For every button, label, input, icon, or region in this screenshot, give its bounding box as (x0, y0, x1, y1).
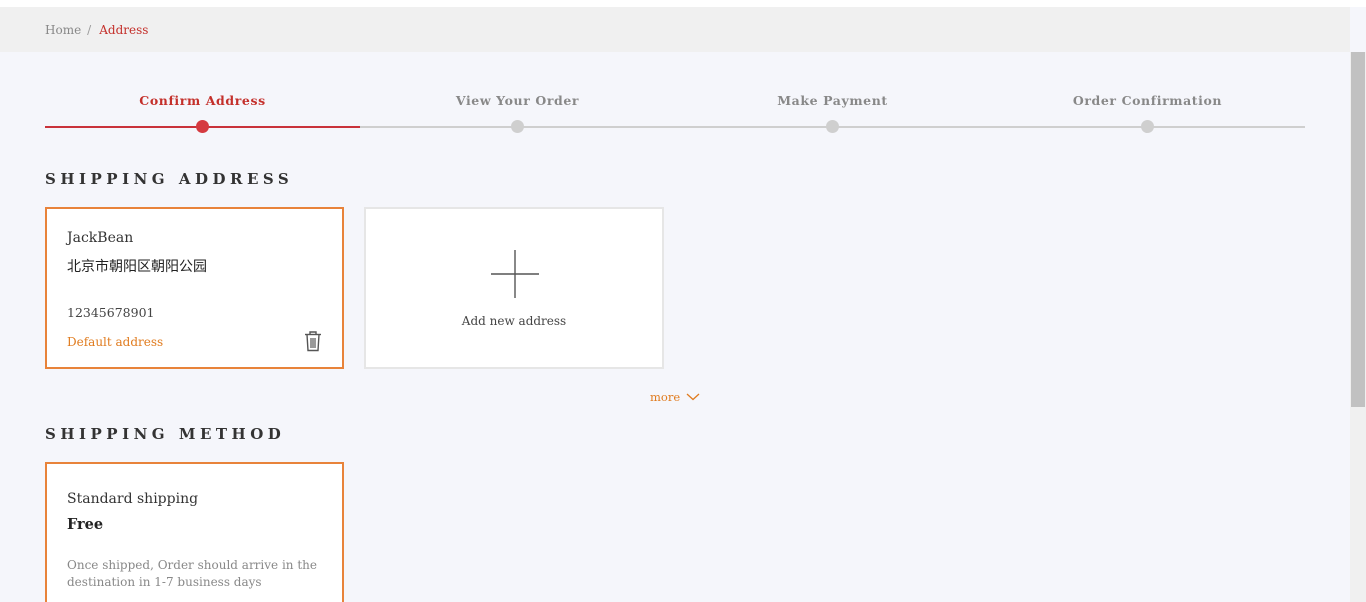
shipping-method-description: Once shipped, Order should arrive in the… (67, 558, 317, 589)
breadcrumb-bar: Home / Address (0, 7, 1350, 52)
address-phone: 12345678901 (67, 305, 155, 320)
step-dot (511, 120, 524, 133)
breadcrumb-separator: / (87, 23, 92, 37)
add-address-card[interactable]: Add new address (364, 207, 664, 369)
step-label: Order Confirmation (1072, 93, 1223, 108)
shipping-method-card[interactable]: Standard shipping Free Once shipped, Ord… (45, 462, 344, 602)
step-label: View Your Order (455, 93, 580, 108)
breadcrumb: Home / Address (45, 23, 148, 37)
plus-icon (491, 250, 539, 298)
checkout-steps: Confirm Address View Your Order Make Pay… (45, 90, 1305, 135)
address-card[interactable]: JackBean 北京市朝阳区朝阳公园 12345678901 Default … (45, 207, 344, 369)
step-dot (1141, 120, 1154, 133)
more-label: more (650, 390, 681, 404)
breadcrumb-current: Address (99, 23, 149, 37)
step-label: Confirm Address (139, 93, 266, 108)
more-addresses-toggle[interactable]: more (650, 390, 700, 404)
step-make-payment: Make Payment (675, 90, 990, 135)
step-confirm-address: Confirm Address (45, 90, 360, 135)
shipping-method-name: Standard shipping (67, 491, 199, 507)
default-address-label: Default address (67, 335, 164, 349)
step-label: Make Payment (777, 93, 888, 108)
shipping-method-title: SHIPPING METHOD (45, 425, 286, 443)
add-address-label: Add new address (461, 314, 567, 328)
address-street: 北京市朝阳区朝阳公园 (67, 259, 207, 275)
breadcrumb-home[interactable]: Home (45, 23, 81, 37)
step-dot (196, 120, 209, 133)
trash-icon[interactable] (303, 330, 323, 352)
step-dot (826, 120, 839, 133)
address-name: JackBean (67, 230, 134, 246)
top-strip (0, 0, 1366, 7)
step-view-order: View Your Order (360, 90, 675, 135)
scrollbar-thumb[interactable] (1351, 52, 1365, 407)
shipping-address-title: SHIPPING ADDRESS (45, 170, 294, 188)
chevron-down-icon (686, 393, 700, 401)
step-order-confirmation: Order Confirmation (990, 90, 1305, 135)
shipping-method-price: Free (67, 516, 104, 533)
